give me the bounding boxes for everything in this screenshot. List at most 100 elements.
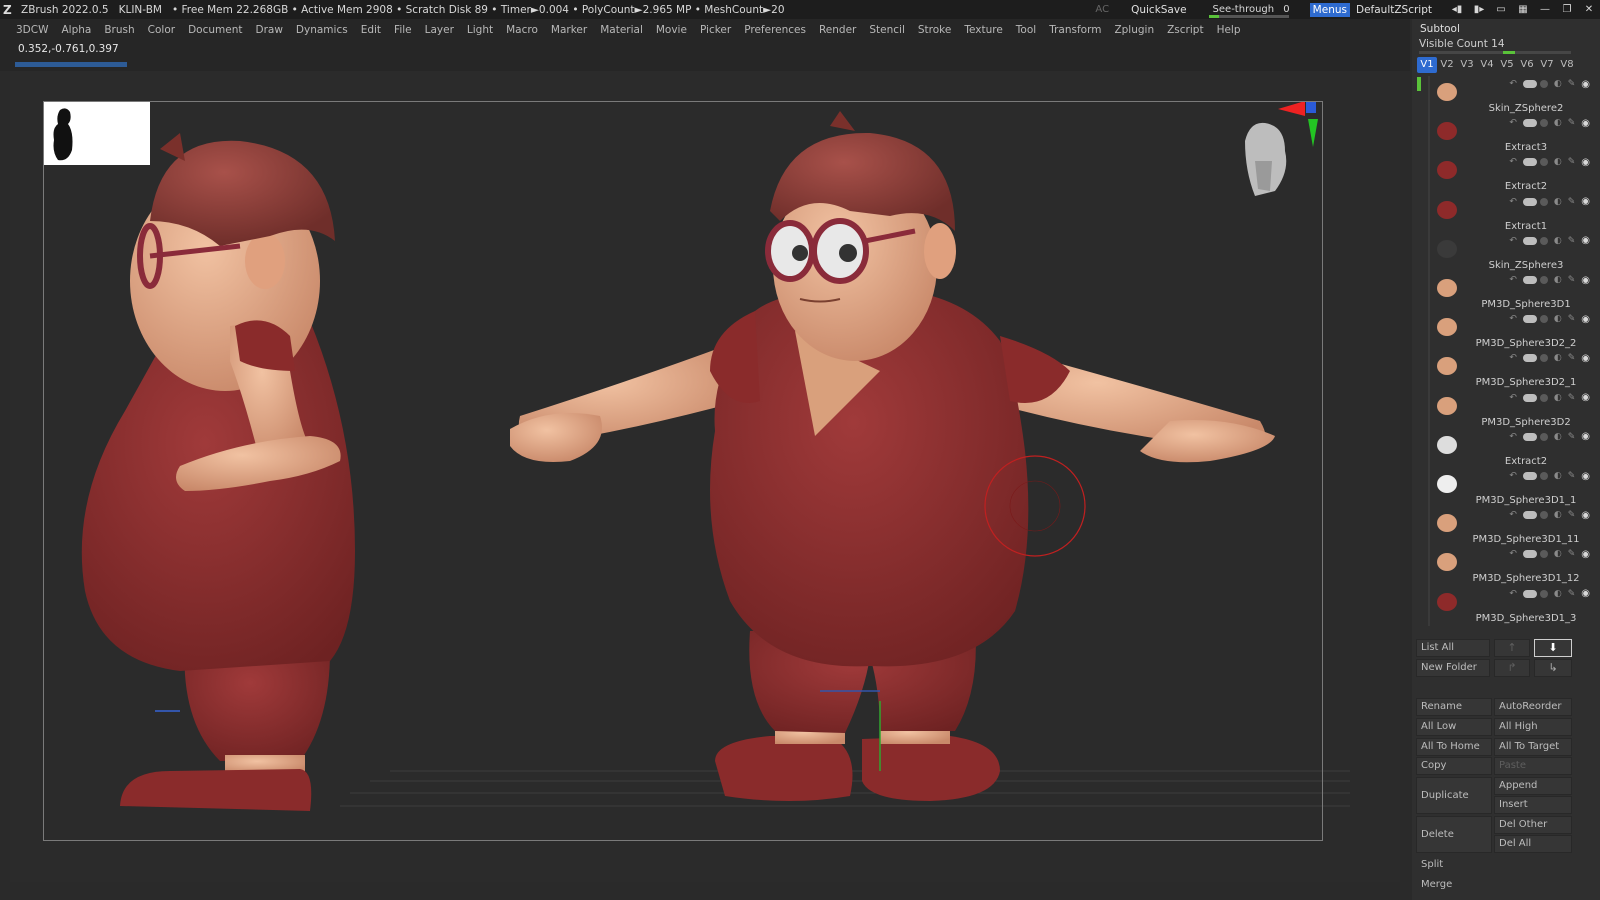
brush-icon[interactable]: ✎ (1568, 157, 1576, 167)
arrow-icon[interactable]: ↶ (1509, 510, 1517, 520)
document-viewport[interactable] (10, 71, 1400, 882)
polypaint-toggle[interactable] (1522, 315, 1537, 324)
polypaint-toggle[interactable] (1522, 276, 1537, 284)
version-tab-v7[interactable]: V7 (1537, 57, 1557, 73)
subtool-item[interactable]: ↶ ◐ ✎ ◉ Extract2 (1412, 154, 1600, 195)
ac-toggle[interactable]: AC (1095, 4, 1109, 15)
brush-icon[interactable]: ✎ (1568, 432, 1576, 442)
menu-item-movie[interactable]: Movie (656, 24, 687, 36)
move-down-icon[interactable]: ⬇ (1534, 639, 1572, 657)
copy-button[interactable]: Copy (1416, 757, 1492, 775)
version-tab-v8[interactable]: V8 (1557, 57, 1577, 73)
polypaint-toggle[interactable] (1522, 354, 1537, 363)
new-folder-button[interactable]: New Folder (1416, 659, 1490, 677)
version-tab-v6[interactable]: V6 (1517, 57, 1537, 73)
silhouette-thumbnail[interactable] (44, 102, 150, 165)
all-to-target-button[interactable]: All To Target (1494, 738, 1572, 756)
menu-item-document[interactable]: Document (188, 24, 242, 36)
polypaint-toggle[interactable] (1522, 432, 1537, 441)
mask-icon[interactable]: ◐ (1554, 79, 1562, 89)
menu-item-render[interactable]: Render (819, 24, 856, 36)
dynamic-toggle[interactable] (1539, 432, 1548, 441)
mask-icon[interactable]: ◐ (1554, 353, 1562, 363)
rename-button[interactable]: Rename (1416, 698, 1492, 716)
subtool-item[interactable]: ↶ ◐ ✎ ◉ PM3D_Sphere3D2_1 (1412, 350, 1600, 391)
polypaint-toggle[interactable] (1522, 511, 1537, 520)
quicksave-button[interactable]: QuickSave (1131, 4, 1186, 16)
brush-icon[interactable]: ✎ (1568, 589, 1576, 599)
dynamic-toggle[interactable] (1539, 197, 1548, 206)
menu-item-tool[interactable]: Tool (1016, 24, 1036, 36)
menu-item-zplugin[interactable]: Zplugin (1114, 24, 1154, 36)
menu-item-file[interactable]: File (394, 24, 412, 36)
layout-icon[interactable]: ▭ (1490, 4, 1512, 15)
subtool-header[interactable]: Subtool (1420, 23, 1460, 35)
eye-icon[interactable]: ◉ (1581, 392, 1590, 403)
menu-item-layer[interactable]: Layer (425, 24, 454, 36)
menu-item-light[interactable]: Light (467, 24, 493, 36)
subtool-item[interactable]: ↶ ◐ ✎ ◉ PM3D_Sphere3D1_12 (1412, 546, 1600, 587)
arrow-icon[interactable]: ↶ (1509, 236, 1517, 246)
default-zscript-button[interactable]: DefaultZScript (1356, 4, 1432, 16)
subtool-item[interactable]: ↶ ◐ ✎ ◉ Extract1 (1412, 193, 1600, 234)
dynamic-toggle[interactable] (1539, 315, 1548, 324)
del-all-button[interactable]: Del All (1494, 835, 1572, 853)
eye-icon[interactable]: ◉ (1581, 510, 1590, 521)
arrow-icon[interactable]: ↶ (1509, 118, 1517, 128)
arrow-icon[interactable]: ↶ (1509, 275, 1517, 285)
arrow-icon[interactable]: ↶ (1509, 471, 1517, 481)
subtool-item[interactable]: ↶ ◐ ✎ ◉ Skin_ZSphere2 (1412, 76, 1600, 116)
eye-icon[interactable]: ◉ (1581, 235, 1590, 246)
menu-item-help[interactable]: Help (1217, 24, 1241, 36)
dynamic-toggle[interactable] (1539, 550, 1548, 559)
all-to-home-button[interactable]: All To Home (1416, 738, 1492, 756)
mask-icon[interactable]: ◐ (1554, 197, 1562, 207)
polypaint-toggle[interactable] (1522, 80, 1537, 88)
eye-icon[interactable]: ◉ (1581, 118, 1590, 129)
folder-down-icon[interactable]: ↳ (1534, 659, 1572, 677)
dynamic-toggle[interactable] (1539, 472, 1548, 480)
menu-item-marker[interactable]: Marker (551, 24, 587, 36)
arrow-icon[interactable]: ↶ (1509, 393, 1517, 403)
mask-icon[interactable]: ◐ (1554, 236, 1562, 246)
arrow-icon[interactable]: ↶ (1509, 79, 1517, 89)
minimize-icon[interactable]: — (1534, 4, 1556, 15)
dynamic-toggle[interactable] (1539, 511, 1548, 520)
menu-item-picker[interactable]: Picker (700, 24, 731, 36)
menu-item-macro[interactable]: Macro (506, 24, 538, 36)
delete-button[interactable]: Delete (1416, 816, 1492, 853)
menu-item-zscript[interactable]: Zscript (1167, 24, 1203, 36)
dynamic-toggle[interactable] (1539, 236, 1548, 245)
folder-up-icon[interactable]: ↱ (1494, 659, 1530, 677)
brush-icon[interactable]: ✎ (1568, 275, 1576, 285)
close-icon[interactable]: ✕ (1578, 4, 1600, 15)
version-tab-v2[interactable]: V2 (1437, 57, 1457, 73)
mask-icon[interactable]: ◐ (1554, 471, 1562, 481)
insert-button[interactable]: Insert (1494, 796, 1572, 814)
eye-icon[interactable]: ◉ (1581, 471, 1590, 482)
version-tab-v1[interactable]: V1 (1417, 57, 1437, 73)
brush-icon[interactable]: ✎ (1568, 471, 1576, 481)
dynamic-toggle[interactable] (1539, 80, 1548, 88)
visible-count-slider[interactable] (1419, 51, 1571, 54)
subtool-item[interactable]: ↶ ◐ ✎ ◉ Extract3 (1412, 115, 1600, 156)
tray-right-icon[interactable]: ▮▸ (1468, 4, 1490, 15)
brush-icon[interactable]: ✎ (1568, 510, 1576, 520)
version-tab-v3[interactable]: V3 (1457, 57, 1477, 73)
brush-icon[interactable]: ✎ (1568, 314, 1576, 324)
merge-button[interactable]: Merge (1416, 876, 1572, 894)
eye-icon[interactable]: ◉ (1581, 79, 1590, 90)
menu-item-brush[interactable]: Brush (104, 24, 134, 36)
mask-icon[interactable]: ◐ (1554, 393, 1562, 403)
brush-icon[interactable]: ✎ (1568, 353, 1576, 363)
brush-icon[interactable]: ✎ (1568, 79, 1576, 89)
mask-icon[interactable]: ◐ (1554, 432, 1562, 442)
eye-icon[interactable]: ◉ (1581, 275, 1590, 286)
arrow-icon[interactable]: ↶ (1509, 549, 1517, 559)
dynamic-toggle[interactable] (1539, 589, 1548, 598)
brush-icon[interactable]: ✎ (1568, 236, 1576, 246)
see-through-slider[interactable]: See-through 0 (1208, 4, 1294, 18)
subtool-item[interactable]: ↶ ◐ ✎ ◉ PM3D_Sphere3D1_11 (1412, 507, 1600, 548)
polypaint-toggle[interactable] (1522, 472, 1537, 480)
dynamic-toggle[interactable] (1539, 119, 1548, 128)
